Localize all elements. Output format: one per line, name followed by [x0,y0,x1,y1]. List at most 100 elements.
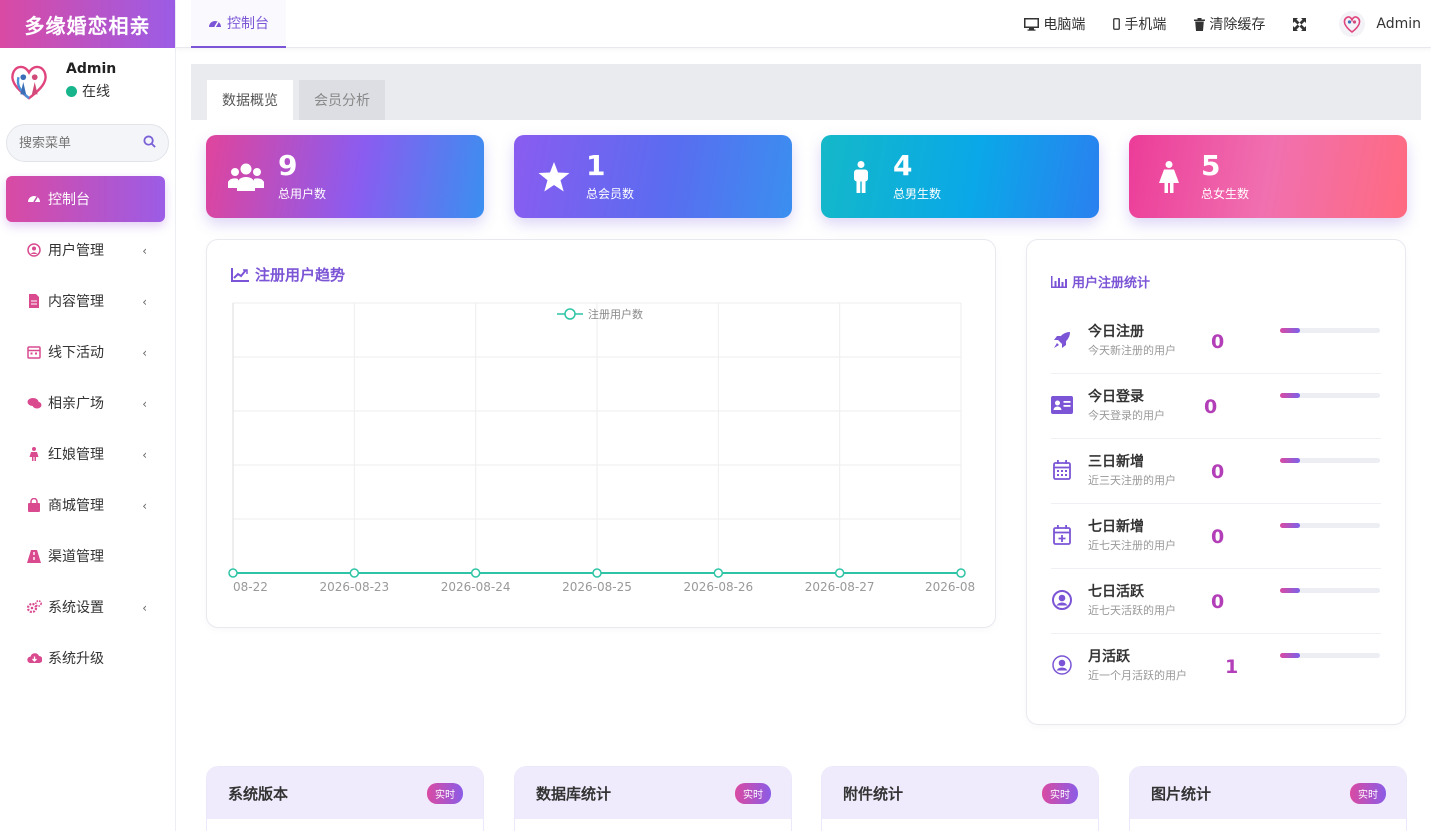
sidebar-item-channels[interactable]: 渠道管理 [6,533,165,579]
sidebar-item-mall[interactable]: 商城管理 ‹ [6,482,165,528]
sidebar-item-label: 线下活动 [48,345,104,361]
progress-fill [1280,328,1300,333]
id-card-icon [1051,394,1073,416]
file-icon [26,293,42,309]
calendar-plus-icon [1051,524,1073,546]
top-right-toolbar: 电脑端 手机端 清除缓存 Admin [996,0,1421,48]
dashboard-icon [26,191,42,207]
dashboard-icon [209,21,221,28]
x-tick-label: 2026-08-26 [683,580,753,594]
stat-label: 总女生数 [1201,187,1250,201]
data-point [834,568,845,578]
sidebar: 多缘婚恋相亲 Admin 在线 控制台 用户管 [0,0,176,831]
reg-row-progress [1280,328,1380,333]
sidebar-item-label: 红娘管理 [48,447,104,463]
desktop-view-button[interactable]: 电脑端 [1024,14,1085,34]
reg-row-desc: 近三天注册的用户 [1088,474,1176,487]
mobile-view-label: 手机端 [1124,17,1167,33]
reg-row-progress [1280,588,1380,593]
card-title: 系统版本 [228,784,289,803]
clear-cache-button[interactable]: 清除缓存 [1194,14,1265,34]
bar-chart-icon [1051,275,1067,288]
registration-stats-title-label: 用户注册统计 [1072,276,1151,291]
attachment-stats-card: 附件统计 实时 [821,766,1099,831]
sidebar-item-user-management[interactable]: 用户管理 ‹ [6,227,165,273]
chevron-left-icon: ‹ [142,448,147,462]
star-icon [534,161,574,192]
reg-row-today-login: 今日登录 今天登录的用户 0 [1051,374,1381,439]
app-logo-title[interactable]: 多缘婚恋相亲 [0,0,175,48]
reg-row-progress [1280,393,1380,398]
x-tick-label: 2026-08 [925,580,975,594]
sidebar-item-system-upgrade[interactable]: 系统升级 [6,635,165,681]
stat-label: 总男生数 [893,187,942,201]
system-version-card: 系统版本 实时 [206,766,484,831]
reg-row-seven-day-new: 七日新增 近七天注册的用户 0 [1051,504,1381,569]
card-title: 图片统计 [1151,784,1212,803]
reg-row-desc: 近七天注册的用户 [1088,539,1176,552]
sidebar-item-system-settings[interactable]: 系统设置 ‹ [6,584,165,630]
tab-dashboard-label: 控制台 [227,16,269,32]
expand-icon [1293,17,1307,31]
desktop-view-label: 电脑端 [1043,17,1086,33]
reg-row-value: 0 [1204,396,1218,418]
stat-card-total-females: 5 总女生数 [1129,135,1407,218]
search-icon[interactable] [143,134,156,152]
road-icon [26,548,42,564]
card-title: 附件统计 [843,784,904,803]
tab-dashboard[interactable]: 控制台 [191,0,286,48]
reg-row-desc: 近一个月活跃的用户 [1088,669,1187,682]
reg-row-name: 今日登录 [1088,389,1144,405]
stat-card-total-members: 1 总会员数 [514,135,792,218]
tab-data-overview[interactable]: 数据概览 [207,80,293,120]
reg-row-progress [1280,458,1380,463]
female-icon [1149,160,1189,193]
x-tick-label: 2026-08-24 [441,580,511,594]
reg-row-value: 0 [1211,591,1225,613]
content-tabs: 数据概览 会员分析 [191,64,1421,120]
reg-row-name: 今日注册 [1088,324,1144,340]
reg-row-monthly-active: 月活跃 近一个月活跃的用户 1 [1051,634,1381,699]
sidebar-item-dashboard[interactable]: 控制台 [6,176,165,222]
mobile-icon [1113,18,1121,30]
rocket-icon [1051,329,1073,351]
sidebar-item-matchmaker[interactable]: 红娘管理 ‹ [6,431,165,477]
user-circle-icon [26,242,42,258]
tab-member-analysis[interactable]: 会员分析 [299,80,385,120]
progress-fill [1280,588,1300,593]
stat-card-total-males: 4 总男生数 [821,135,1099,218]
registration-trend-card: 注册用户趋势 08-22 2026-08-23 2026-08-24 2026-08-… [206,239,996,628]
sidebar-item-label: 控制台 [48,192,90,208]
chevron-left-icon: ‹ [142,601,147,615]
sidebar-item-content-management[interactable]: 内容管理 ‹ [6,278,165,324]
progress-fill [1280,523,1300,528]
image-stats-card: 图片统计 实时 [1129,766,1407,831]
sidebar-item-label: 商城管理 [48,498,104,514]
couple-heart-avatar-icon [11,65,47,100]
sidebar-item-offline-events[interactable]: 线下活动 ‹ [6,329,165,375]
user-name: Admin [66,61,117,77]
stat-label: 总会员数 [586,187,635,201]
registration-stats-title: 用户注册统计 [1051,272,1150,291]
stat-label: 总用户数 [278,187,327,201]
progress-fill [1280,393,1300,398]
reg-row-name: 月活跃 [1088,649,1130,665]
reg-row-today-registered: 今日注册 今天新注册的用户 0 [1051,309,1381,374]
realtime-badge: 实时 [427,782,463,804]
main-content: 数据概览 会员分析 9 总用户数 1 总会员数 4 总男生数 5 总女生数 注册… [191,64,1421,831]
legend-marker [564,308,576,320]
reg-row-value: 1 [1225,656,1239,678]
top-bar: 控制台 电脑端 手机端 清除缓存 Admin [176,0,1431,48]
menu-search-input[interactable] [19,135,143,151]
admin-menu[interactable]: Admin [1338,10,1421,38]
sidebar-item-dating-square[interactable]: 相亲广场 ‹ [6,380,165,426]
overview-panel: 9 总用户数 1 总会员数 4 总男生数 5 总女生数 注册用户趋势 08-22… [191,120,1421,831]
registration-stats-card: 用户注册统计 今日注册 今天新注册的用户 0 今日登录 今天登录的用户 0 三日… [1026,239,1406,725]
x-tick-label: 2026-08-23 [319,580,389,594]
realtime-badge: 实时 [735,782,771,804]
sidebar-item-label: 渠道管理 [48,549,104,565]
mobile-view-button[interactable]: 手机端 [1113,14,1166,34]
fullscreen-button[interactable] [1293,17,1310,31]
reg-row-three-day-new: 三日新增 近三天注册的用户 0 [1051,439,1381,504]
gears-icon [26,599,42,615]
